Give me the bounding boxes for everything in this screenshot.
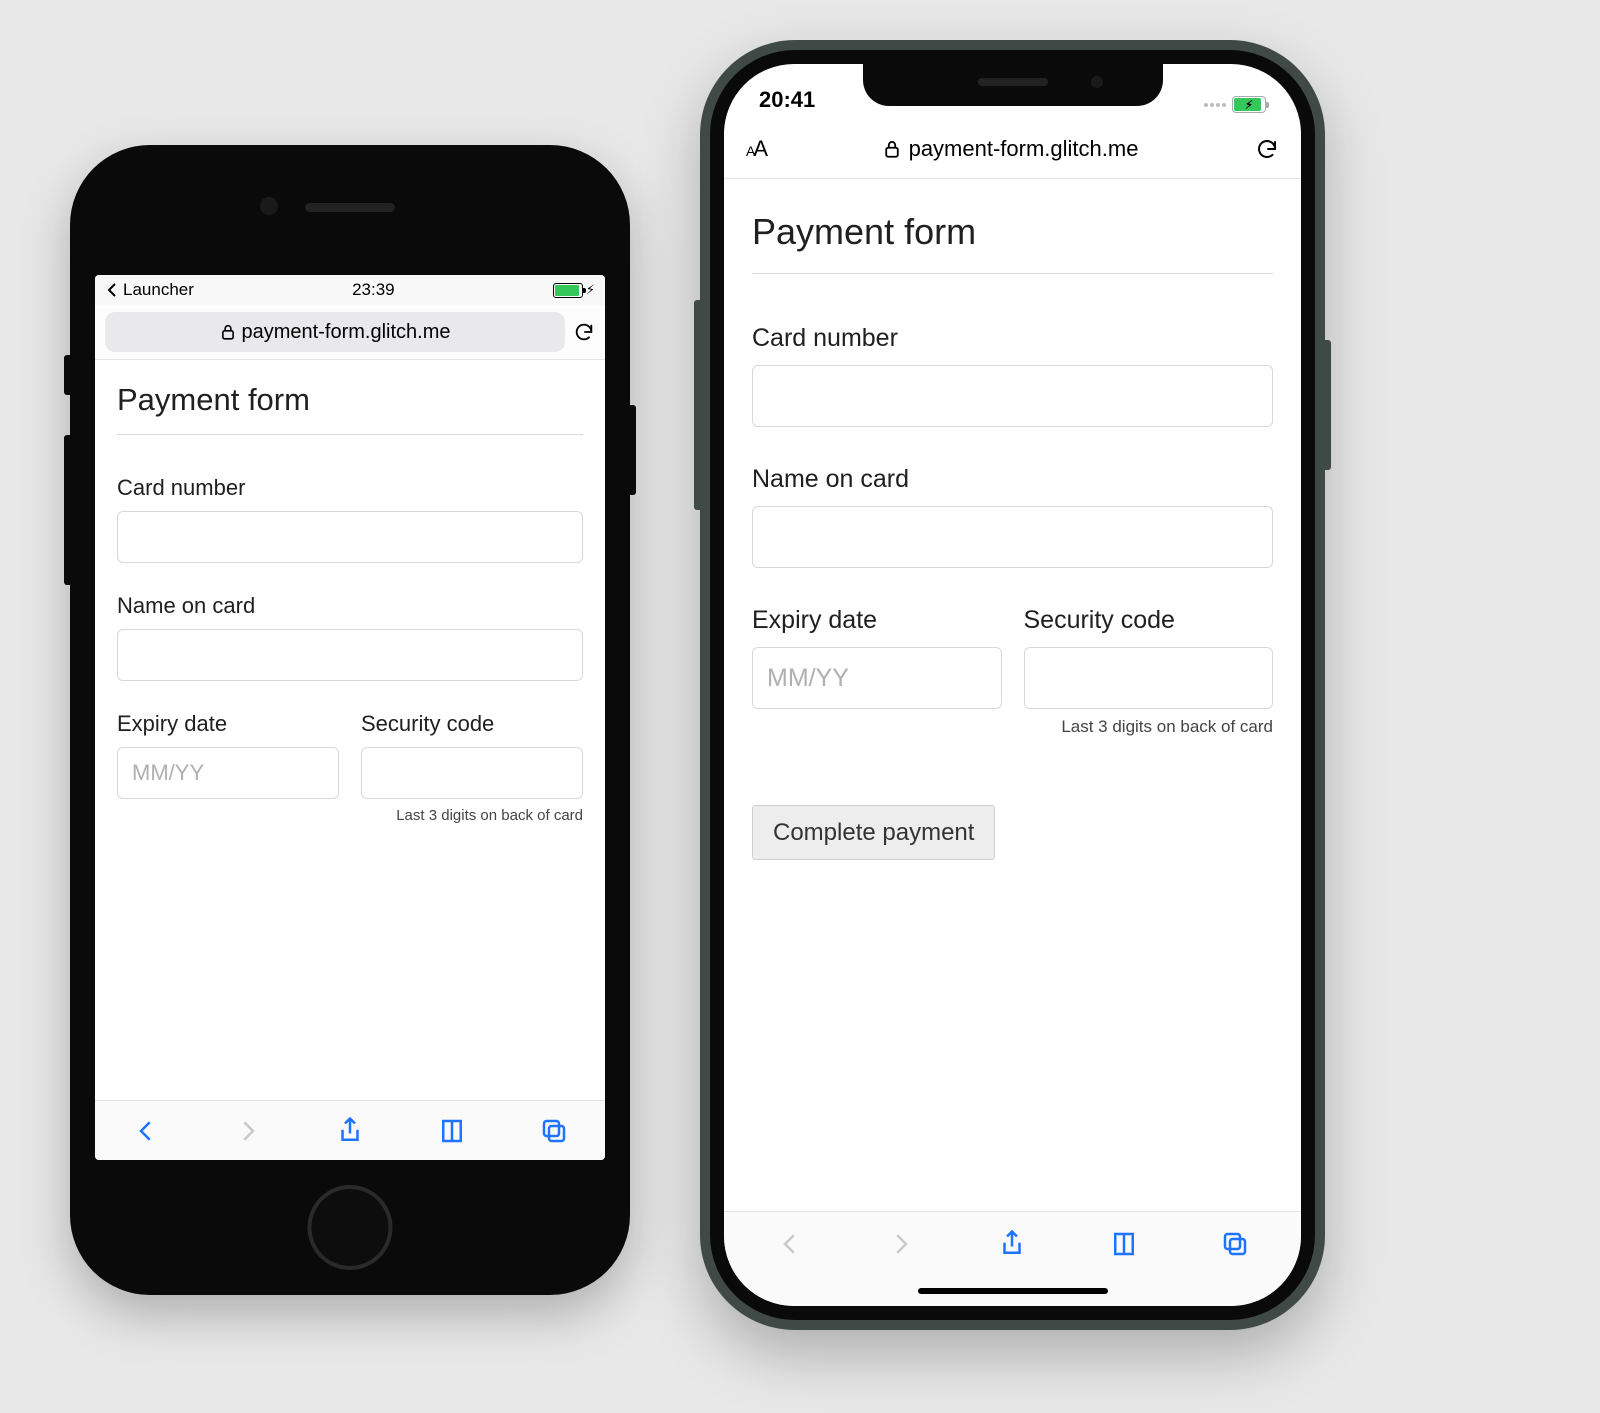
display-notch bbox=[863, 64, 1163, 106]
back-icon bbox=[775, 1229, 805, 1259]
name-on-card-input[interactable] bbox=[117, 629, 583, 681]
text-size-button[interactable]: AA bbox=[746, 136, 766, 162]
share-icon[interactable] bbox=[335, 1116, 365, 1146]
expiry-date-label: Expiry date bbox=[117, 711, 339, 737]
lock-icon bbox=[220, 324, 236, 340]
status-time: 20:41 bbox=[759, 87, 815, 113]
battery-icon: ⚡︎ bbox=[1232, 96, 1266, 113]
iphone-x-device: 20:41 ⚡︎ AA payment- bbox=[700, 40, 1325, 1330]
back-to-app[interactable]: Launcher bbox=[105, 280, 194, 300]
charging-bolt-icon: ⚡︎ bbox=[1245, 98, 1253, 111]
page-content: Payment form Card number Name on card Ex… bbox=[724, 179, 1301, 1211]
safari-url-bar: AA payment-form.glitch.me bbox=[724, 119, 1301, 179]
name-on-card-input[interactable] bbox=[752, 506, 1273, 568]
forward-icon bbox=[233, 1116, 263, 1146]
share-icon[interactable] bbox=[997, 1229, 1027, 1259]
chevron-left-icon bbox=[105, 283, 119, 297]
battery-indicator: ⚡︎ bbox=[553, 282, 595, 298]
complete-payment-button[interactable]: Complete payment bbox=[752, 805, 995, 860]
card-number-label: Card number bbox=[752, 324, 1273, 353]
expiry-date-input[interactable] bbox=[117, 747, 339, 799]
page-content: Payment form Card number Name on card Ex… bbox=[95, 360, 605, 1100]
card-number-input[interactable] bbox=[117, 511, 583, 563]
device-bezel: 20:41 ⚡︎ AA payment- bbox=[710, 50, 1315, 1320]
bookmarks-icon[interactable] bbox=[1109, 1229, 1139, 1259]
security-code-input[interactable] bbox=[1024, 647, 1274, 709]
security-code-label: Security code bbox=[361, 711, 583, 737]
tabs-icon[interactable] bbox=[539, 1116, 569, 1146]
name-on-card-label: Name on card bbox=[117, 593, 583, 619]
url-field[interactable]: payment-form.glitch.me bbox=[105, 312, 565, 352]
status-time: 23:39 bbox=[352, 280, 395, 300]
expiry-date-input[interactable] bbox=[752, 647, 1002, 709]
iphone-se-device: Launcher 23:39 ⚡︎ payment-form.glitch.me… bbox=[70, 145, 630, 1295]
card-number-label: Card number bbox=[117, 475, 583, 501]
home-button[interactable] bbox=[308, 1185, 393, 1270]
url-field[interactable]: payment-form.glitch.me bbox=[780, 136, 1241, 162]
refresh-icon[interactable] bbox=[573, 321, 595, 343]
sleep-button bbox=[630, 405, 636, 495]
safari-toolbar bbox=[95, 1100, 605, 1160]
page-title: Payment form bbox=[752, 211, 1273, 274]
front-camera bbox=[260, 197, 278, 215]
expiry-security-row: Expiry date Security code Last 3 digits … bbox=[117, 711, 583, 824]
screen: 20:41 ⚡︎ AA payment- bbox=[724, 64, 1301, 1306]
earpiece-speaker bbox=[305, 203, 395, 212]
url-text: payment-form.glitch.me bbox=[242, 321, 451, 344]
name-on-card-label: Name on card bbox=[752, 465, 1273, 494]
lock-icon bbox=[883, 140, 901, 158]
security-code-input[interactable] bbox=[361, 747, 583, 799]
charging-bolt-icon: ⚡︎ bbox=[586, 282, 595, 298]
card-number-input[interactable] bbox=[752, 365, 1273, 427]
earpiece-speaker bbox=[978, 78, 1048, 86]
safari-toolbar bbox=[724, 1211, 1301, 1276]
status-bar: Launcher 23:39 ⚡︎ bbox=[95, 275, 605, 305]
name-on-card-group: Name on card bbox=[117, 593, 583, 681]
home-indicator-area bbox=[724, 1276, 1301, 1306]
battery-icon bbox=[553, 283, 583, 298]
card-number-group: Card number bbox=[752, 324, 1273, 427]
back-app-label: Launcher bbox=[123, 280, 194, 300]
refresh-icon[interactable] bbox=[1255, 137, 1279, 161]
tabs-icon[interactable] bbox=[1220, 1229, 1250, 1259]
name-on-card-group: Name on card bbox=[752, 465, 1273, 568]
security-code-label: Security code bbox=[1024, 606, 1274, 635]
security-code-hint: Last 3 digits on back of card bbox=[752, 717, 1273, 737]
card-number-group: Card number bbox=[117, 475, 583, 563]
security-code-hint: Last 3 digits on back of card bbox=[117, 807, 583, 824]
bookmarks-icon[interactable] bbox=[437, 1116, 467, 1146]
front-camera bbox=[1091, 76, 1103, 88]
signal-dots-icon bbox=[1204, 103, 1226, 107]
expiry-date-label: Expiry date bbox=[752, 606, 1002, 635]
screen: Launcher 23:39 ⚡︎ payment-form.glitch.me… bbox=[95, 275, 605, 1160]
home-indicator[interactable] bbox=[918, 1288, 1108, 1294]
forward-icon bbox=[886, 1229, 916, 1259]
safari-url-bar: payment-form.glitch.me bbox=[95, 305, 605, 360]
page-title: Payment form bbox=[117, 382, 583, 435]
back-icon[interactable] bbox=[131, 1116, 161, 1146]
url-text: payment-form.glitch.me bbox=[909, 136, 1139, 162]
expiry-security-row: Expiry date Security code Last 3 digits … bbox=[752, 606, 1273, 737]
